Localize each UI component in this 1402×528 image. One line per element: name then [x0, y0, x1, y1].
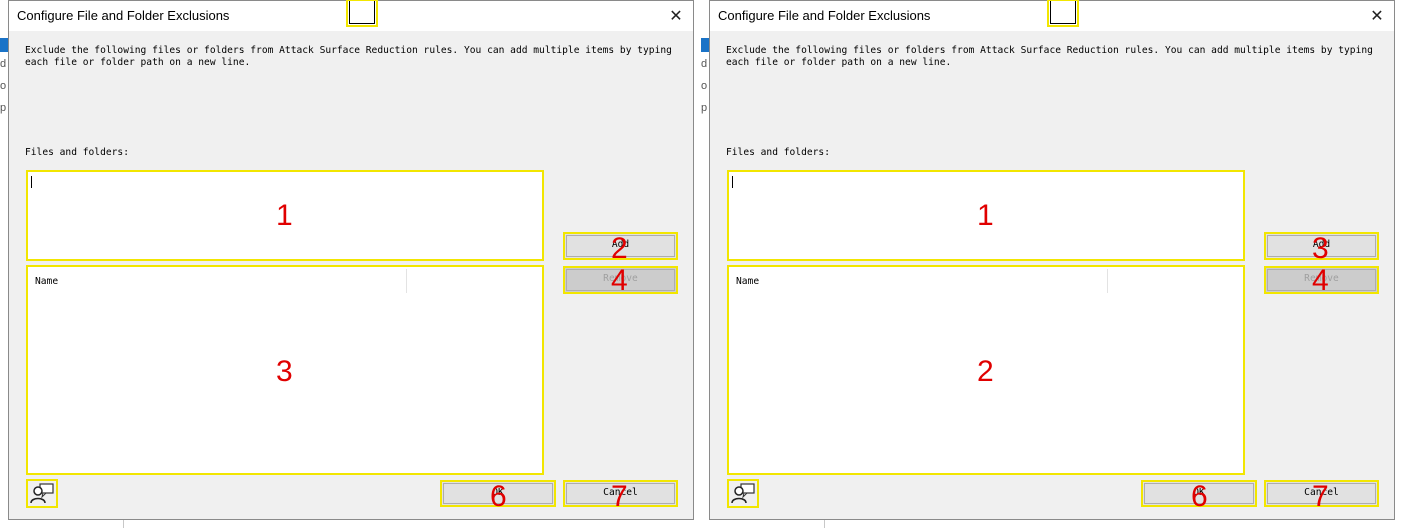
files-folders-label: Files and folders:	[25, 147, 129, 158]
list-header: Name	[729, 267, 1243, 293]
dialog-titlebar[interactable]: Configure File and Folder Exclusions ✕	[710, 0, 1394, 31]
user-comment-icon	[30, 483, 54, 504]
titlebar-marker-box	[1047, 0, 1079, 27]
path-input[interactable]	[727, 170, 1245, 261]
dialog-titlebar[interactable]: Configure File and Folder Exclusions ✕	[9, 0, 693, 31]
dialog-description: Exclude the following files or folders f…	[25, 45, 672, 68]
close-button[interactable]: ✕	[1366, 5, 1388, 27]
background-glyph: p	[0, 102, 7, 114]
column-separator[interactable]	[406, 269, 407, 293]
background-selection-highlight	[701, 38, 709, 52]
background-glyph: p	[701, 102, 708, 114]
add-button[interactable]: Add	[1264, 232, 1379, 260]
exclusions-dialog-right: Configure File and Folder Exclusions ✕ E…	[709, 0, 1395, 520]
cancel-button[interactable]: Cancel	[563, 480, 678, 507]
background-selection-highlight	[0, 38, 8, 52]
user-comment-button[interactable]	[26, 479, 58, 508]
titlebar-marker-box	[346, 0, 378, 27]
background-glyph: d	[701, 58, 708, 70]
list-header: Name	[28, 267, 542, 293]
dialog-title: Configure File and Folder Exclusions	[718, 8, 931, 23]
background-glyph: o	[0, 80, 7, 92]
add-button[interactable]: Add	[563, 232, 678, 260]
column-header-name[interactable]: Name	[736, 276, 759, 287]
ok-button[interactable]: OK	[1141, 480, 1257, 507]
column-separator[interactable]	[1107, 269, 1108, 293]
user-comment-icon	[731, 483, 755, 504]
dialog-title: Configure File and Folder Exclusions	[17, 8, 230, 23]
remove-button[interactable]: Remove	[1264, 266, 1379, 294]
remove-button[interactable]: Remove	[563, 266, 678, 294]
files-folders-label: Files and folders:	[726, 147, 830, 158]
column-header-name[interactable]: Name	[35, 276, 58, 287]
background-divider	[123, 520, 124, 528]
text-caret	[31, 176, 32, 188]
path-input[interactable]	[26, 170, 544, 261]
user-comment-button[interactable]	[727, 479, 759, 508]
close-button[interactable]: ✕	[665, 5, 687, 27]
background-divider	[824, 520, 825, 528]
dialog-description: Exclude the following files or folders f…	[726, 45, 1373, 68]
background-glyph: d	[0, 58, 7, 70]
background-glyph: o	[701, 80, 708, 92]
cancel-button[interactable]: Cancel	[1264, 480, 1379, 507]
ok-button[interactable]: OK	[440, 480, 556, 507]
exclusions-list[interactable]: Name	[26, 265, 544, 475]
text-caret	[732, 176, 733, 188]
exclusions-list[interactable]: Name	[727, 265, 1245, 475]
exclusions-dialog-left: Configure File and Folder Exclusions ✕ E…	[8, 0, 694, 520]
